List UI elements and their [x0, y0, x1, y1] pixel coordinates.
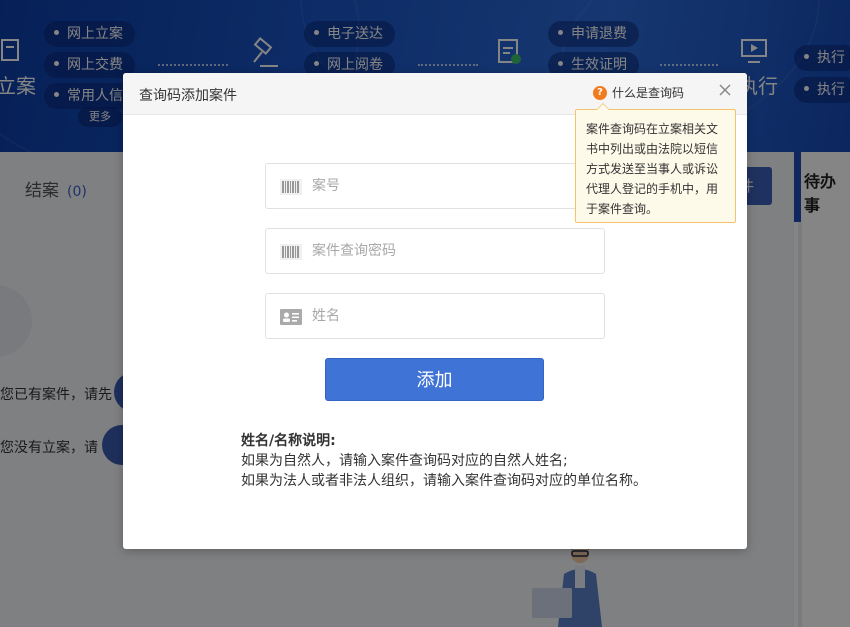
name-instructions: 姓名/名称说明: 如果为自然人，请输入案件查询码对应的自然人姓名; 如果为法人或…	[241, 431, 647, 491]
case-number-input[interactable]	[312, 164, 592, 208]
id-card-icon	[280, 309, 302, 325]
question-icon: ?	[593, 85, 607, 100]
case-password-field	[265, 228, 605, 274]
query-code-tooltip: 案件查询码在立案相关文书中列出或由法院以短信方式发送至当事人或诉讼代理人登记的手…	[575, 103, 736, 223]
query-code-help-link[interactable]: ? 什么是查询码	[593, 84, 684, 101]
name-input[interactable]	[312, 294, 592, 338]
close-icon	[719, 84, 731, 96]
instructions-heading: 姓名/名称说明:	[241, 433, 336, 449]
name-field	[265, 293, 605, 339]
modal-title: 查询码添加案件	[139, 88, 237, 104]
barcode-icon	[280, 244, 302, 260]
instructions-line-1: 如果为自然人，请输入案件查询码对应的自然人姓名;	[241, 453, 568, 469]
case-password-input[interactable]	[312, 229, 592, 273]
barcode-icon	[280, 179, 302, 195]
case-number-field	[265, 163, 605, 209]
close-button[interactable]	[717, 83, 733, 99]
help-label: 什么是查询码	[612, 86, 685, 100]
instructions-line-2: 如果为法人或者非法人组织，请输入案件查询码对应的单位名称。	[241, 473, 647, 489]
add-button[interactable]: 添加	[325, 358, 544, 401]
